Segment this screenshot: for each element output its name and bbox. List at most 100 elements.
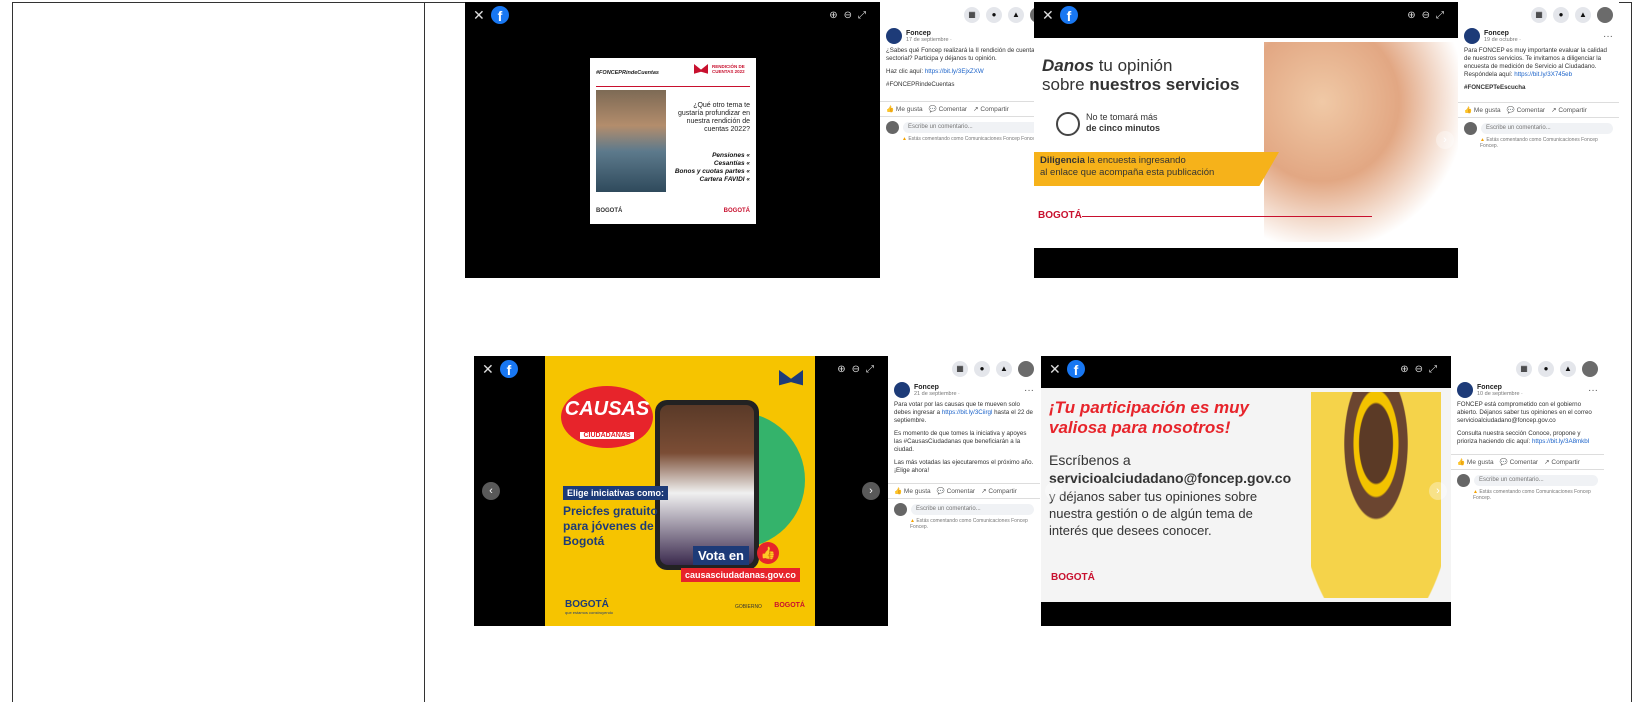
zoom-controls-icon[interactable]: ⊕⊖⤢ — [1400, 364, 1443, 375]
like-button[interactable]: 👍 Me gusta — [1457, 458, 1494, 466]
comment-note-text: Estás comentando como Comunicaciones Fon… — [1480, 137, 1598, 149]
post-link[interactable]: https://bit.ly/3EjxZXW — [925, 68, 984, 75]
previous-photo-icon[interactable]: ‹ — [1038, 131, 1056, 149]
post-date[interactable]: 21 de septiembre · — [914, 391, 960, 397]
zoom-controls-icon[interactable]: ⊕⊖⤢ — [1407, 10, 1450, 21]
notifications-icon[interactable]: ▲ — [1560, 361, 1576, 377]
share-button[interactable]: ↗ Compartir — [1551, 106, 1587, 114]
notifications-icon[interactable]: ▲ — [996, 361, 1012, 377]
comment-label: Comentar — [938, 106, 968, 113]
title-part: tu opinión — [1093, 56, 1173, 75]
thumbs-up-icon: 👍 — [757, 542, 779, 564]
title-bold-part: Danos — [1042, 56, 1094, 75]
post-date[interactable]: 10 de septiembre · — [1477, 391, 1523, 397]
post-side-panel: ▦ ● ▲ Foncep 10 de septiembre · ··· FONC… — [1451, 356, 1604, 626]
post-side-panel: ▦ ● ▲ Foncep 17 de septiembre · ··· ¿Sab… — [880, 2, 1052, 278]
account-toolbar: ▦ ● ▲ — [880, 2, 1052, 25]
share-button[interactable]: ↗ Compartir — [1544, 458, 1580, 466]
post-actions: 👍 Me gusta 💬 Comentar ↗ Compartir — [1458, 102, 1619, 118]
page-avatar[interactable] — [1457, 382, 1473, 398]
butterfly-logo-icon — [694, 64, 708, 74]
avatar[interactable] — [1582, 361, 1598, 377]
facebook-logo-icon[interactable]: f — [1067, 360, 1085, 378]
initiative-text: Preicfes gratuito para jóvenes de Bogotá — [563, 504, 658, 548]
next-photo-icon[interactable]: › — [1436, 131, 1454, 149]
comment-identity-note: ▲ Estás comentando como Comunicaciones F… — [880, 136, 1052, 142]
comment-input[interactable]: Escribe un comentario... — [903, 122, 1046, 133]
participation-headline: ¡Tu participación es muy valiosa para no… — [1049, 398, 1249, 437]
notifications-icon[interactable]: ▲ — [1008, 7, 1024, 23]
messenger-icon[interactable]: ● — [1553, 7, 1569, 23]
post-date[interactable]: 19 de octubre · — [1484, 37, 1521, 43]
write-to-line: Escríbenos a — [1049, 452, 1131, 468]
facebook-logo-icon[interactable]: f — [491, 6, 509, 24]
zoom-controls-icon[interactable]: ⊕⊖⤢ — [837, 364, 880, 375]
page-name[interactable]: Foncep — [914, 384, 960, 391]
page-avatar[interactable] — [894, 382, 910, 398]
menu-grid-icon[interactable]: ▦ — [1531, 7, 1547, 23]
share-button[interactable]: ↗ Compartir — [973, 105, 1009, 113]
post-image: ¡Tu participación es muy valiosa para no… — [1041, 388, 1451, 602]
like-button[interactable]: 👍 Me gusta — [894, 487, 931, 495]
like-button[interactable]: 👍 Me gusta — [886, 105, 923, 113]
post-actions: 👍 Me gusta 💬 Comentar ↗ Compartir — [1451, 454, 1604, 470]
close-icon[interactable]: ✕ — [1042, 8, 1054, 22]
post-hashtag[interactable]: #FONCEPRindeCuentas — [886, 81, 1046, 89]
post-link-label: Haz clic aquí: — [886, 68, 925, 75]
comment-button[interactable]: 💬 Comentar — [1507, 106, 1545, 114]
facebook-logo-icon[interactable]: f — [500, 360, 518, 378]
post-text: FONCEP está comprometido con el gobierno… — [1451, 401, 1604, 446]
next-photo-icon[interactable]: › — [1429, 482, 1447, 500]
notifications-icon[interactable]: ▲ — [1575, 7, 1591, 23]
messenger-icon[interactable]: ● — [1538, 361, 1554, 377]
post-link[interactable]: https://bit.ly/3A8mkbI — [1532, 438, 1589, 445]
menu-grid-icon[interactable]: ▦ — [952, 361, 968, 377]
like-button[interactable]: 👍 Me gusta — [1464, 106, 1501, 114]
comment-button[interactable]: 💬 Comentar — [1500, 458, 1538, 466]
account-toolbar: ▦ ● ▲ — [1451, 356, 1604, 379]
cta-text: la encuesta ingresando — [1084, 155, 1186, 166]
page-name[interactable]: Foncep — [1484, 30, 1521, 37]
next-photo-icon[interactable]: › — [862, 482, 880, 500]
more-options-icon[interactable]: ··· — [1024, 385, 1034, 396]
comment-input[interactable]: Escribe un comentario... — [1474, 475, 1598, 486]
footer-logo-right: BOGOTÁ — [774, 602, 805, 609]
bogota-logo: BOGOTÁ — [1051, 572, 1095, 583]
messenger-icon[interactable]: ● — [974, 361, 990, 377]
page-name[interactable]: Foncep — [1477, 384, 1523, 391]
post-header: Foncep 10 de septiembre · ··· — [1451, 379, 1604, 401]
close-icon[interactable]: ✕ — [482, 362, 494, 376]
close-icon[interactable]: ✕ — [473, 8, 485, 22]
previous-photo-icon[interactable]: ‹ — [482, 482, 500, 500]
close-icon[interactable]: ✕ — [1049, 362, 1061, 376]
page-avatar[interactable] — [886, 28, 902, 44]
more-options-icon[interactable]: ··· — [1603, 31, 1613, 42]
page-avatar[interactable] — [1464, 28, 1480, 44]
facebook-logo-icon[interactable]: f — [1060, 6, 1078, 24]
messenger-icon[interactable]: ● — [986, 7, 1002, 23]
post-link[interactable]: https://bit.ly/3X745eb — [1514, 71, 1572, 78]
account-toolbar: ▦ ● ▲ — [888, 356, 1040, 379]
avatar[interactable] — [1597, 7, 1613, 23]
previous-photo-icon[interactable]: ‹ — [1045, 482, 1063, 500]
page-name[interactable]: Foncep — [906, 30, 952, 37]
commenter-avatar — [1464, 122, 1477, 135]
comment-button[interactable]: 💬 Comentar — [929, 105, 967, 113]
more-options-icon[interactable]: ··· — [1588, 385, 1598, 396]
comment-button[interactable]: 💬 Comentar — [937, 487, 975, 495]
commenter-avatar — [894, 503, 907, 516]
post-date[interactable]: 17 de septiembre · — [906, 37, 952, 43]
post-image: CAUSAS CIUDADANAS Elige iniciativas como… — [545, 356, 815, 626]
facebook-post-screenshot-4: ✕ f ⊕⊖⤢ ¡Tu participación es muy valiosa… — [1041, 356, 1604, 626]
post-actions: 👍 Me gusta 💬 Comentar ↗ Compartir — [888, 483, 1040, 499]
menu-grid-icon[interactable]: ▦ — [1516, 361, 1532, 377]
avatar[interactable] — [1018, 361, 1034, 377]
post-hashtag[interactable]: #FONCEPTeEscucha — [1464, 84, 1613, 92]
comment-input[interactable]: Escribe un comentario... — [911, 504, 1034, 515]
zoom-controls-icon[interactable]: ⊕⊖⤢ — [829, 10, 872, 21]
footer-logo-left: BOGOTÁ que estamos construyendo — [565, 600, 613, 616]
share-button[interactable]: ↗ Compartir — [981, 487, 1017, 495]
post-link[interactable]: https://bit.ly/3Ciirgl — [942, 409, 993, 416]
comment-input[interactable]: Escribe un comentario... — [1481, 123, 1613, 134]
menu-grid-icon[interactable]: ▦ — [964, 7, 980, 23]
